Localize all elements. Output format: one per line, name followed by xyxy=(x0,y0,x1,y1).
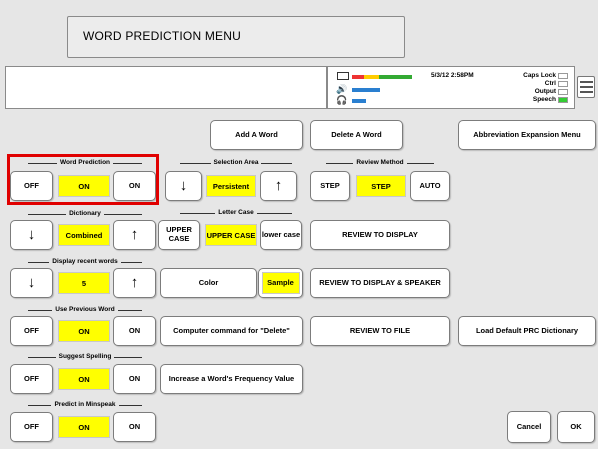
increase-frequency-button[interactable]: Increase a Word's Frequency Value xyxy=(160,364,303,394)
selection-area-up-button[interactable]: ↑ xyxy=(260,171,297,201)
suggest-spelling-on-button[interactable]: ON xyxy=(113,364,156,394)
review-to-display-button[interactable]: REVIEW TO DISPLAY xyxy=(310,220,450,250)
status-output-label: Output xyxy=(534,88,556,95)
color-sample-button[interactable]: Sample xyxy=(258,268,303,298)
dictionary-value: Combined xyxy=(58,224,110,246)
dictionary-down-button[interactable]: ↓ xyxy=(10,220,53,250)
review-to-file-button[interactable]: REVIEW TO FILE xyxy=(310,316,450,346)
predict-minspeak-value: ON xyxy=(58,416,110,438)
status-datetime: 5/3/12 2:58PM xyxy=(431,72,474,79)
status-panel: 🔊 🎧 5/3/12 2:58PM Caps Lock Ctrl Output … xyxy=(327,66,575,109)
selection-area-down-button[interactable]: ↓ xyxy=(165,171,202,201)
speaker-icon: 🔊 xyxy=(336,84,348,94)
color-sample-swatch: Sample xyxy=(261,272,300,294)
predict-minspeak-off-button[interactable]: OFF xyxy=(10,412,53,442)
status-speech-label: Speech xyxy=(532,96,556,103)
ok-button[interactable]: OK xyxy=(557,411,595,443)
use-previous-value: ON xyxy=(58,320,110,342)
speech-indicator xyxy=(558,97,568,103)
volume-level-bar xyxy=(352,88,380,92)
predict-minspeak-on-button[interactable]: ON xyxy=(113,412,156,442)
load-default-dictionary-button[interactable]: Load Default PRC Dictionary xyxy=(458,316,596,346)
battery-icon xyxy=(337,72,349,80)
down-arrow-icon: ↓ xyxy=(27,226,36,244)
display-recent-up-button[interactable]: ↑ xyxy=(113,268,156,298)
page-title: WORD PREDICTION MENU xyxy=(67,16,405,58)
delete-word-button[interactable]: Delete A Word xyxy=(310,120,403,150)
dictionary-up-button[interactable]: ↑ xyxy=(113,220,156,250)
caps-lock-indicator xyxy=(558,73,568,79)
keyboard-icon[interactable] xyxy=(577,76,595,98)
up-arrow-icon: ↑ xyxy=(274,177,283,195)
selection-highlight-frame xyxy=(7,154,159,205)
abbreviation-expansion-menu-button[interactable]: Abbreviation Expansion Menu xyxy=(458,120,596,150)
suggest-spelling-off-button[interactable]: OFF xyxy=(10,364,53,394)
color-button[interactable]: Color xyxy=(160,268,257,298)
uppercase-button[interactable]: UPPER CASE xyxy=(158,220,200,250)
review-method-group-label: Review Method xyxy=(326,159,434,171)
review-method-auto-button[interactable]: AUTO xyxy=(410,171,450,201)
letter-case-value: UPPER CASE xyxy=(205,224,257,246)
status-ctrl-label: Ctrl xyxy=(544,80,556,87)
computer-command-delete-button[interactable]: Computer command for "Delete" xyxy=(160,316,303,346)
cancel-button[interactable]: Cancel xyxy=(507,411,551,443)
headphones-icon: 🎧 xyxy=(336,95,348,105)
use-previous-off-button[interactable]: OFF xyxy=(10,316,53,346)
ctrl-indicator xyxy=(558,81,568,87)
display-recent-down-button[interactable]: ↓ xyxy=(10,268,53,298)
headphone-level-bar xyxy=(352,99,366,103)
battery-level-bar xyxy=(352,75,412,79)
selection-area-value: Persistent xyxy=(206,175,256,197)
review-method-step-button[interactable]: STEP xyxy=(310,171,350,201)
lowercase-button[interactable]: lower case xyxy=(260,220,302,250)
add-word-button[interactable]: Add A Word xyxy=(210,120,303,150)
status-caps-lock-label: Caps Lock xyxy=(523,72,556,79)
review-to-display-speaker-button[interactable]: REVIEW TO DISPLAY & SPEAKER xyxy=(310,268,450,298)
up-arrow-icon: ↑ xyxy=(130,226,139,244)
display-recent-value: 5 xyxy=(58,272,110,294)
suggest-spelling-value: ON xyxy=(58,368,110,390)
down-arrow-icon: ↓ xyxy=(179,177,188,195)
review-method-value: STEP xyxy=(356,175,406,197)
output-indicator xyxy=(558,89,568,95)
selection-area-group-label: Selection Area xyxy=(180,159,292,171)
use-previous-on-button[interactable]: ON xyxy=(113,316,156,346)
message-window[interactable] xyxy=(5,66,327,109)
up-arrow-icon: ↑ xyxy=(130,274,139,292)
down-arrow-icon: ↓ xyxy=(27,274,36,292)
